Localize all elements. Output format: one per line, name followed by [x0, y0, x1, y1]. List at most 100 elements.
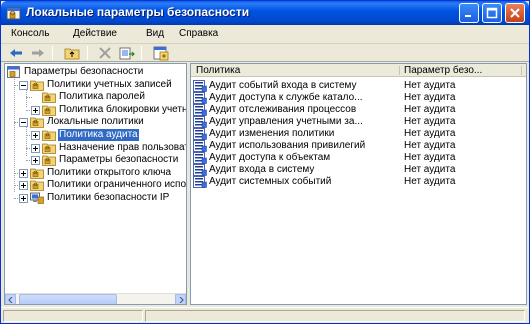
- audit-policy-icon: [193, 164, 207, 176]
- tree-item-label: Политики открытого ключа: [47, 167, 172, 178]
- menu-action[interactable]: Действие: [73, 28, 117, 39]
- tree-horizontal-scrollbar[interactable]: [5, 293, 186, 304]
- toolbar-separator: [141, 46, 142, 60]
- tree-item[interactable]: Политики безопасности IP: [5, 192, 186, 204]
- list-item[interactable]: Аудит управления учетными за... Нет аудит…: [191, 116, 526, 128]
- tree-item[interactable]: Политика аудита: [5, 129, 186, 141]
- scroll-right-icon: [179, 297, 184, 303]
- audit-policy-icon: [193, 104, 207, 116]
- minimize-button[interactable]: [459, 3, 479, 23]
- scroll-right-button[interactable]: [175, 294, 186, 304]
- scroll-left-button[interactable]: [5, 294, 16, 304]
- list-item[interactable]: Аудит отслеживания процессов Нет аудита: [191, 104, 526, 116]
- forward-icon: [32, 49, 44, 57]
- tree-item[interactable]: Параметры безопасности: [5, 154, 186, 166]
- column-header-setting[interactable]: Параметр безо...: [401, 64, 521, 77]
- maximize-icon: [486, 7, 498, 19]
- list-item[interactable]: Аудит событий входа в систему Нет аудита: [191, 80, 526, 92]
- expand-toggle-icon[interactable]: [31, 144, 40, 153]
- folder-icon: [30, 116, 44, 128]
- policy-setting: Нет аудита: [404, 140, 456, 151]
- export-list-button[interactable]: [119, 45, 135, 61]
- scroll-left-icon: [8, 297, 13, 303]
- audit-policy-icon: [193, 80, 207, 92]
- column-header-policy[interactable]: Политика: [193, 64, 398, 77]
- up-folder-icon: [64, 48, 80, 60]
- list-item[interactable]: Аудит изменения политики Нет аудита: [191, 128, 526, 140]
- policy-setting: Нет аудита: [404, 164, 456, 175]
- audit-policy-icon: [193, 140, 207, 152]
- expand-toggle-icon[interactable]: [19, 194, 28, 203]
- policy-setting: Нет аудита: [404, 152, 456, 163]
- folder-icon: [30, 167, 44, 179]
- back-button[interactable]: [8, 45, 24, 61]
- list-header: Политика Параметр безо...: [191, 64, 526, 77]
- menu-console[interactable]: Консоль: [11, 28, 49, 39]
- tree-item[interactable]: Локальные политики: [5, 116, 186, 128]
- ip-security-icon: [30, 192, 44, 204]
- expand-toggle-icon[interactable]: [31, 156, 40, 165]
- folder-icon: [42, 154, 56, 166]
- list-item[interactable]: Аудит доступа к службе катало... Нет ауди…: [191, 92, 526, 104]
- tree-item[interactable]: Политики учетных записей: [5, 79, 186, 91]
- maximize-button[interactable]: [482, 3, 502, 23]
- tree-item[interactable]: Политики открытого ключа: [5, 167, 186, 179]
- toolbar: [1, 44, 529, 62]
- back-icon: [10, 49, 22, 57]
- policy-name: Аудит входа в систему: [209, 164, 315, 175]
- policy-setting: Нет аудита: [404, 80, 456, 91]
- security-settings-icon: [6, 5, 22, 21]
- tree-pane[interactable]: Параметры безопасности Политики учетных з…: [4, 63, 187, 305]
- folder-icon: [42, 129, 56, 141]
- policy-name: Аудит отслеживания процессов: [209, 104, 357, 115]
- tree-item-label: Параметры безопасности: [59, 154, 179, 165]
- tree-item[interactable]: Политика блокировки учетной записи: [5, 104, 186, 116]
- close-button[interactable]: [505, 3, 525, 23]
- up-folder-button[interactable]: [64, 45, 80, 61]
- tree-item[interactable]: Политика паролей: [5, 91, 186, 103]
- tree-item-label: Политики безопасности IP: [47, 192, 170, 203]
- audit-policy-icon: [193, 176, 207, 188]
- minimize-icon: [465, 15, 471, 17]
- menu-view[interactable]: Вид: [146, 28, 164, 39]
- menu-bar: Консоль Действие Вид Справка: [1, 25, 529, 44]
- delete-button[interactable]: [97, 45, 113, 61]
- expand-toggle-icon[interactable]: [19, 181, 28, 190]
- audit-policy-icon: [193, 128, 207, 140]
- audit-policy-icon: [193, 152, 207, 164]
- list-item[interactable]: Аудит системных событий Нет аудита: [191, 176, 526, 188]
- tree-item[interactable]: Политики ограниченного использования про…: [5, 179, 186, 191]
- forward-button[interactable]: [30, 45, 46, 61]
- list-item[interactable]: Аудит использования привилегий Нет аудита: [191, 140, 526, 152]
- expand-toggle-icon[interactable]: [31, 106, 40, 115]
- policy-setting: Нет аудита: [404, 176, 456, 187]
- status-panel: [3, 310, 143, 322]
- expand-toggle-icon[interactable]: [31, 131, 40, 140]
- folder-icon: [42, 142, 56, 154]
- policy-name: Аудит системных событий: [209, 176, 332, 187]
- tree-item-label: Локальные политики: [47, 116, 144, 127]
- list-item[interactable]: Аудит доступа к объектам Нет аудита: [191, 152, 526, 164]
- menu-help[interactable]: Справка: [179, 28, 218, 39]
- policy-name: Аудит событий входа в систему: [209, 80, 357, 91]
- title-bar[interactable]: Локальные параметры безопасности: [1, 1, 529, 25]
- tree-item[interactable]: Параметры безопасности: [5, 66, 186, 78]
- policy-name: Аудит доступа к службе катало...: [209, 92, 363, 103]
- security-settings-icon: [7, 66, 21, 78]
- properties-button[interactable]: [153, 45, 169, 61]
- toolbar-separator: [87, 46, 88, 60]
- collapse-toggle-icon[interactable]: [19, 118, 28, 127]
- policy-list-pane[interactable]: Политика Параметр безо... Аудит событий …: [190, 63, 527, 305]
- folder-icon: [30, 79, 44, 91]
- status-bar: [1, 307, 529, 323]
- scroll-thumb[interactable]: [19, 294, 117, 304]
- tree-item-label: Политика блокировки учетной записи: [59, 104, 187, 115]
- policy-name: Аудит изменения политики: [209, 128, 335, 139]
- collapse-toggle-icon[interactable]: [19, 81, 28, 90]
- list-item[interactable]: Аудит входа в систему Нет аудита: [191, 164, 526, 176]
- folder-icon: [30, 179, 44, 191]
- tree-item[interactable]: Назначение прав пользователя: [5, 142, 186, 154]
- tree-item-label: Политика аудита: [58, 129, 139, 141]
- folder-icon: [42, 91, 56, 103]
- expand-toggle-icon[interactable]: [19, 169, 28, 178]
